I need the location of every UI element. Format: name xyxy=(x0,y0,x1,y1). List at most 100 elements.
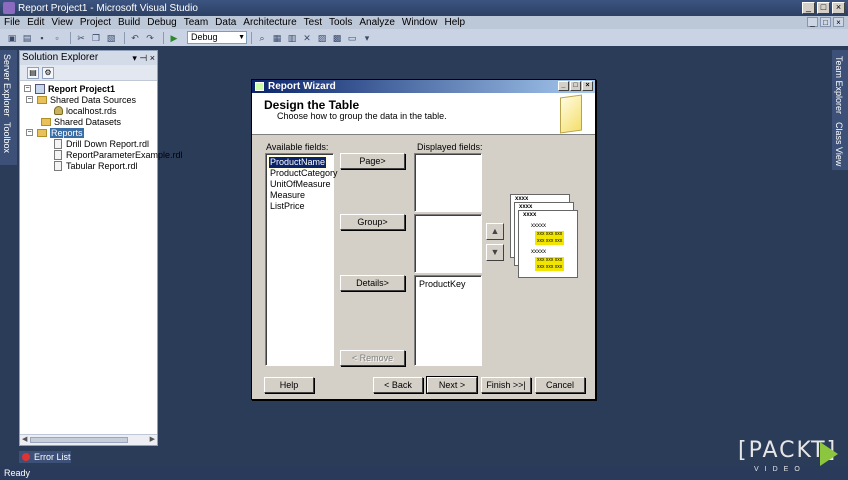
wizard-icon xyxy=(255,82,264,91)
properties-icon[interactable]: ⚙ xyxy=(42,66,54,79)
dialog-maximize-button[interactable]: □ xyxy=(570,81,581,91)
new-project-icon[interactable]: ▣ xyxy=(6,32,18,44)
preview-page: xxxx xxxxx xxx xxx xxx xxx xxx xxx xxxxx… xyxy=(518,210,578,278)
save-all-icon[interactable]: ▫ xyxy=(51,32,63,44)
menu-edit[interactable]: Edit xyxy=(27,17,44,28)
document-minimize-button[interactable]: _ xyxy=(807,17,818,27)
minimize-button[interactable]: _ xyxy=(802,2,815,14)
move-down-button[interactable]: ▼ xyxy=(486,244,504,261)
table-layout-preview: xxxx xxxx xxxx xxxxx xxx xxx xxx xxx xxx… xyxy=(510,190,582,280)
remove-button[interactable]: < Remove xyxy=(340,350,405,366)
page-button[interactable]: Page> xyxy=(340,153,405,169)
menu-data[interactable]: Data xyxy=(215,17,236,28)
find-icon[interactable]: ⌕ xyxy=(256,32,268,44)
move-up-button[interactable]: ▲ xyxy=(486,223,504,240)
horizontal-scrollbar[interactable]: ◀ ▶ xyxy=(20,434,157,445)
cut-icon[interactable]: ✂ xyxy=(75,32,87,44)
menu-help[interactable]: Help xyxy=(445,17,466,28)
tree-node-report[interactable]: Tabular Report.rdl xyxy=(54,160,138,171)
menu-test[interactable]: Test xyxy=(304,17,322,28)
preview-cell: xxx xxx xxx xyxy=(535,231,565,238)
list-item[interactable]: Measure xyxy=(269,190,306,201)
menu-build[interactable]: Build xyxy=(118,17,140,28)
list-item[interactable]: ProductCategory xyxy=(269,168,339,179)
report-label: Tabular Report.rdl xyxy=(66,160,138,171)
server-explorer-tab[interactable]: Server Explorer xyxy=(2,54,12,117)
scroll-right-icon[interactable]: ▶ xyxy=(150,435,155,443)
close-icon[interactable]: × xyxy=(150,53,155,63)
tree-node-shared-datasets[interactable]: Shared Datasets xyxy=(41,116,121,127)
details-fields-list[interactable]: ProductKey xyxy=(414,275,482,366)
report-project-icon xyxy=(35,83,45,94)
next-button[interactable]: Next > xyxy=(426,376,478,394)
group-fields-list[interactable] xyxy=(414,214,482,273)
panel-dropdown-icon[interactable]: ▾ xyxy=(132,53,137,63)
undo-icon[interactable]: ↶ xyxy=(129,32,141,44)
collapse-icon[interactable]: − xyxy=(26,129,33,136)
collapse-icon[interactable]: − xyxy=(24,85,31,92)
details-button[interactable]: Details> xyxy=(340,275,405,291)
cancel-button[interactable]: Cancel xyxy=(535,377,585,393)
solution-explorer-title: Solution Explorer xyxy=(22,52,99,63)
open-file-icon[interactable]: ▤ xyxy=(21,32,33,44)
dialog-minimize-button[interactable]: _ xyxy=(558,81,569,91)
class-view-tab[interactable]: Class View xyxy=(834,122,844,166)
menu-window[interactable]: Window xyxy=(402,17,438,28)
document-close-button[interactable]: × xyxy=(833,17,844,27)
solution-configuration-select[interactable]: Debug ▼ xyxy=(187,31,247,44)
menu-team[interactable]: Team xyxy=(184,17,208,28)
list-item[interactable]: UnitOfMeasure xyxy=(269,179,332,190)
available-fields-list[interactable]: ProductName ProductCategory UnitOfMeasur… xyxy=(265,153,338,366)
scrollbar-thumb[interactable] xyxy=(30,437,128,443)
group-button[interactable]: Group> xyxy=(340,214,405,230)
menu-project[interactable]: Project xyxy=(80,17,111,28)
page-fields-list[interactable] xyxy=(414,153,482,212)
list-item[interactable]: ProductKey xyxy=(418,279,467,290)
paste-icon[interactable]: ▧ xyxy=(105,32,117,44)
menu-file[interactable]: File xyxy=(4,17,20,28)
document-restore-button[interactable]: □ xyxy=(820,17,831,27)
save-icon[interactable]: ▪ xyxy=(36,32,48,44)
extension-manager-icon[interactable]: ▨ xyxy=(316,32,328,44)
close-button[interactable]: × xyxy=(832,2,845,14)
tree-node-project[interactable]: − Report Project1 xyxy=(24,83,115,94)
toolbar-options-icon[interactable]: ▾ xyxy=(361,32,373,44)
list-item[interactable]: ProductName xyxy=(267,156,328,169)
menu-view[interactable]: View xyxy=(51,17,73,28)
help-button[interactable]: Help xyxy=(264,377,314,393)
start-page-icon[interactable]: ▩ xyxy=(331,32,343,44)
error-list-tab[interactable]: Error List xyxy=(19,451,71,463)
data-source-icon xyxy=(54,106,63,115)
dialog-title: Report Wizard xyxy=(268,81,336,92)
toolbox-icon[interactable]: ✕ xyxy=(301,32,313,44)
finish-button[interactable]: Finish >>| xyxy=(481,377,531,393)
list-item[interactable]: ListPrice xyxy=(269,201,306,212)
copy-icon[interactable]: ❐ xyxy=(90,32,102,44)
tree-node-shared-data-sources[interactable]: − Shared Data Sources xyxy=(26,94,136,105)
start-debugging-icon[interactable]: ▶ xyxy=(168,32,180,44)
menu-analyze[interactable]: Analyze xyxy=(359,17,395,28)
report-label: Drill Down Report.rdl xyxy=(66,138,150,149)
back-button[interactable]: < Back xyxy=(373,377,423,393)
dialog-close-button[interactable]: × xyxy=(582,81,593,91)
command-window-icon[interactable]: ▭ xyxy=(346,32,358,44)
maximize-button[interactable]: □ xyxy=(817,2,830,14)
menu-debug[interactable]: Debug xyxy=(147,17,176,28)
tree-node-data-source[interactable]: localhost.rds xyxy=(54,105,117,116)
solution-explorer-toolbar: ▤ ⚙ xyxy=(20,65,157,81)
properties-icon[interactable]: ▥ xyxy=(286,32,298,44)
solution-explorer-icon[interactable]: ▦ xyxy=(271,32,283,44)
pin-icon[interactable]: ⊣ xyxy=(139,53,147,63)
show-all-files-icon[interactable]: ▤ xyxy=(27,66,39,79)
tree-node-report[interactable]: ReportParameterExample.rdl xyxy=(54,149,183,160)
tree-node-report[interactable]: Drill Down Report.rdl xyxy=(54,138,149,149)
scroll-left-icon[interactable]: ◀ xyxy=(22,435,27,443)
tree-node-reports[interactable]: − Reports xyxy=(26,127,84,138)
redo-icon[interactable]: ↷ xyxy=(144,32,156,44)
team-explorer-tab[interactable]: Team Explorer xyxy=(834,56,844,114)
menu-tools[interactable]: Tools xyxy=(329,17,352,28)
toolbox-tab[interactable]: Toolbox xyxy=(2,122,12,153)
project-label: Report Project1 xyxy=(48,83,116,94)
menu-architecture[interactable]: Architecture xyxy=(243,17,296,28)
collapse-icon[interactable]: − xyxy=(26,96,33,103)
